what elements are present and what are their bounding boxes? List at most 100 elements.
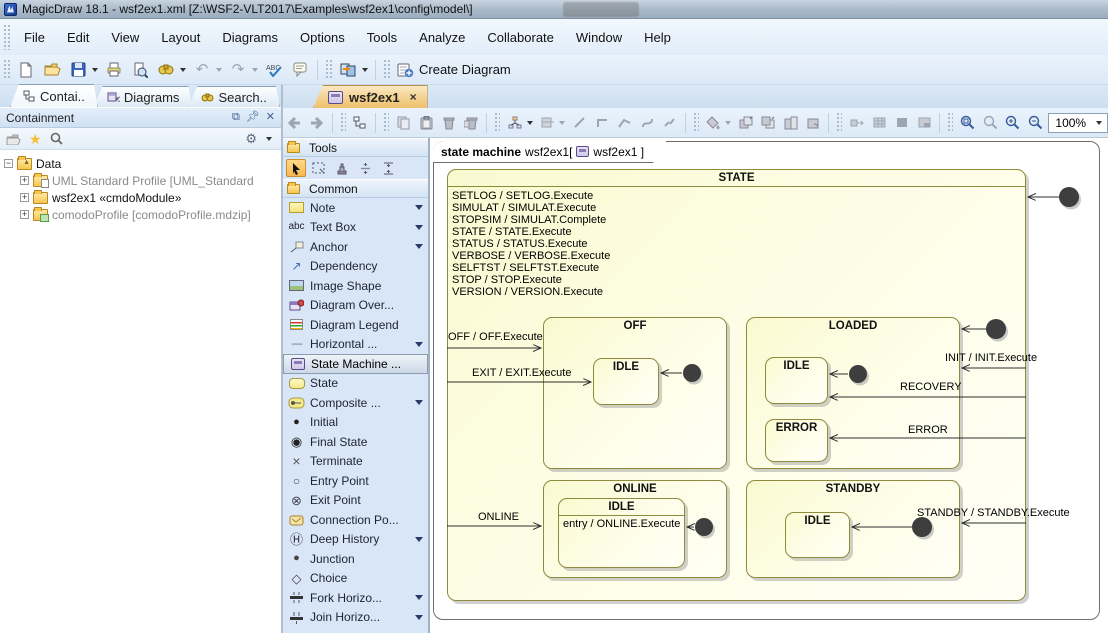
comments-icon[interactable]	[288, 58, 312, 82]
chevron-down-icon[interactable]	[415, 244, 423, 249]
menu-collaborate[interactable]: Collaborate	[476, 26, 565, 49]
bring-forward-icon[interactable]	[780, 111, 801, 135]
vertical-distribute-icon[interactable]	[355, 159, 375, 177]
select-tool-icon[interactable]	[286, 159, 306, 177]
palette-item-horizontal-separator[interactable]: ---- Horizontal ...	[283, 335, 428, 355]
chevron-down-icon[interactable]	[415, 205, 423, 210]
fill-color-dropdown-icon[interactable]	[725, 121, 731, 125]
palette-item-connection-point[interactable]: Connection Po...	[283, 510, 428, 530]
curve-path-icon[interactable]	[637, 111, 658, 135]
forward-icon[interactable]	[307, 111, 328, 135]
transition-label-off[interactable]: OFF / OFF.Execute	[448, 331, 543, 343]
show-diagram-info-icon[interactable]	[891, 111, 912, 135]
open-project-icon[interactable]	[40, 58, 64, 82]
chevron-down-icon[interactable]	[415, 225, 423, 230]
create-diagram-button[interactable]: Create Diagram	[393, 60, 519, 80]
close-tab-icon[interactable]: ×	[410, 90, 417, 104]
toolbar-grip[interactable]	[383, 59, 390, 79]
toolbar-grip[interactable]	[325, 59, 332, 79]
palette-item-initial[interactable]: ● Initial	[283, 413, 428, 433]
diagram-canvas[interactable]: state machine wsf2ex1[ wsf2ex1 ] STATE S…	[430, 138, 1108, 633]
search-icon[interactable]	[50, 132, 63, 145]
menu-options[interactable]: Options	[289, 26, 356, 49]
fill-color-icon[interactable]	[703, 111, 724, 135]
find-icon[interactable]	[154, 58, 178, 82]
state-OFF-IDLE[interactable]: IDLE	[593, 358, 659, 405]
zoom-in-icon[interactable]	[1002, 111, 1023, 135]
open-element-icon[interactable]	[6, 133, 21, 145]
menu-window[interactable]: Window	[565, 26, 633, 49]
send-backward-icon[interactable]	[803, 111, 824, 135]
chevron-down-icon[interactable]	[415, 595, 423, 600]
palette-item-fork-horizontal[interactable]: Fork Horizo...	[283, 588, 428, 608]
menu-diagrams[interactable]: Diagrams	[211, 26, 289, 49]
toolbar-grip[interactable]	[340, 112, 346, 132]
toolbar-grip[interactable]	[693, 112, 699, 132]
sticky-tool-icon[interactable]	[332, 159, 352, 177]
expand-icon[interactable]: +	[20, 210, 29, 219]
bezier-path-icon[interactable]	[614, 111, 635, 135]
marquee-tool-icon[interactable]	[309, 159, 329, 177]
align-dropdown-icon[interactable]	[559, 121, 565, 125]
to-back-icon[interactable]	[758, 111, 779, 135]
show-frame-icon[interactable]	[914, 111, 935, 135]
redo-dropdown-icon[interactable]	[252, 68, 258, 72]
transition-label-exit[interactable]: EXIT / EXIT.Execute	[472, 367, 571, 379]
palette-item-entry-point[interactable]: ○ Entry Point	[283, 471, 428, 491]
palette-item-join-horizontal[interactable]: Join Horizo...	[283, 608, 428, 628]
palette-item-composite-state[interactable]: Composite ...	[283, 393, 428, 413]
toolbar-grip[interactable]	[3, 59, 10, 79]
project-usage-icon[interactable]	[336, 58, 360, 82]
menu-help[interactable]: Help	[633, 26, 682, 49]
new-project-icon[interactable]	[14, 58, 38, 82]
save-dropdown-icon[interactable]	[92, 68, 98, 72]
transition-label-error[interactable]: ERROR	[908, 424, 948, 436]
collapse-icon[interactable]: −	[4, 159, 13, 168]
palette-item-diagram-legend[interactable]: Diagram Legend	[283, 315, 428, 335]
save-icon[interactable]	[66, 58, 90, 82]
palette-section-state-machine[interactable]: State Machine ...	[283, 354, 428, 374]
expand-icon[interactable]: +	[20, 193, 29, 202]
redo-icon[interactable]: ↷	[226, 58, 250, 82]
palette-item-deep-history[interactable]: Ⓗ Deep History	[283, 530, 428, 550]
undo-dropdown-icon[interactable]	[216, 68, 222, 72]
spelling-icon[interactable]: ABC	[262, 58, 286, 82]
expand-icon[interactable]: +	[20, 176, 29, 185]
palette-item-junction[interactable]: ● Junction	[283, 549, 428, 569]
palette-common-header[interactable]: Common	[283, 179, 428, 198]
menu-tools[interactable]: Tools	[356, 26, 408, 49]
chevron-down-icon[interactable]	[415, 400, 423, 405]
tree-item-uml-profile[interactable]: + UML Standard Profile [UML_Standard	[4, 172, 281, 189]
layout-dropdown-icon[interactable]	[527, 121, 533, 125]
project-usage-dropdown-icon[interactable]	[362, 68, 368, 72]
print-preview-icon[interactable]	[128, 58, 152, 82]
toolbar-grip[interactable]	[383, 112, 389, 132]
state-STANDBY-IDLE[interactable]: IDLE	[785, 512, 850, 558]
show-grid-icon[interactable]	[869, 111, 890, 135]
palette-item-image-shape[interactable]: Image Shape	[283, 276, 428, 296]
close-panel-icon[interactable]: ✕	[266, 112, 275, 123]
transition-label-online[interactable]: ONLINE	[478, 511, 519, 523]
zoom-out-icon[interactable]	[1025, 111, 1046, 135]
select-in-containment-icon[interactable]	[350, 111, 371, 135]
toolbar-grip[interactable]	[494, 112, 500, 132]
tree-item-data[interactable]: − Data	[4, 155, 281, 172]
back-icon[interactable]	[284, 111, 305, 135]
tree-item-wsf2ex1[interactable]: + wsf2ex1 «cmdoModule»	[4, 189, 281, 206]
tab-wsf2ex1-diagram[interactable]: wsf2ex1 ×	[313, 85, 428, 108]
print-icon[interactable]	[102, 58, 126, 82]
tab-containment[interactable]: Contai..	[10, 84, 98, 107]
menu-layout[interactable]: Layout	[150, 26, 211, 49]
delete-view-icon[interactable]	[461, 111, 482, 135]
gear-icon[interactable]: ⚙	[245, 132, 257, 145]
zoom-selection-icon[interactable]	[980, 111, 1001, 135]
transition-label-recovery[interactable]: RECOVERY	[900, 381, 962, 393]
menu-analyze[interactable]: Analyze	[408, 26, 476, 49]
transition-label-standby[interactable]: STANDBY / STANDBY.Execute	[917, 507, 1070, 519]
menu-edit[interactable]: Edit	[56, 26, 100, 49]
palette-item-diagram-overview[interactable]: Diagram Over...	[283, 296, 428, 316]
toolbar-grip[interactable]	[836, 112, 842, 132]
find-dropdown-icon[interactable]	[180, 68, 186, 72]
layout-icon[interactable]	[504, 111, 525, 135]
gear-dropdown-icon[interactable]	[266, 137, 272, 141]
